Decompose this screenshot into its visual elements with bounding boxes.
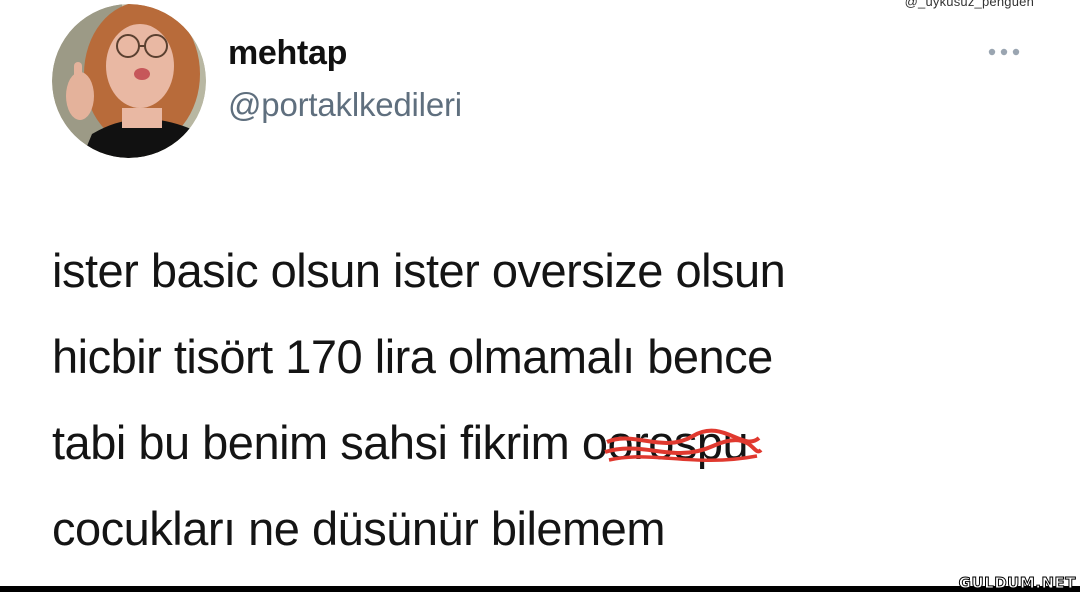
tweet-line-4: cocukları ne düsünür bilemem bbox=[52, 502, 665, 555]
top-watermark: @_uykusuz_penguen bbox=[904, 0, 1034, 9]
avatar[interactable] bbox=[52, 4, 206, 158]
tweet-line-2: hicbir tisört 170 lira olmamalı bence bbox=[52, 330, 773, 383]
author-name[interactable]: mehtap bbox=[228, 34, 347, 73]
bottom-border bbox=[0, 586, 1080, 592]
censored-word: orospu bbox=[604, 400, 763, 486]
tweet-line-3: tabi bu benim sahsi fikrim oorospu bbox=[52, 400, 1052, 486]
tweet-text: ister basic olsun ister oversize olsun h… bbox=[52, 228, 1052, 572]
scribble-overlay-icon bbox=[604, 428, 763, 462]
more-options-button[interactable] bbox=[980, 38, 1028, 66]
tweet-line-1: ister basic olsun ister oversize olsun bbox=[52, 244, 786, 297]
profile-photo bbox=[52, 4, 206, 158]
author-handle[interactable]: @portaklkedileri bbox=[228, 86, 462, 124]
site-watermark: GULDUM.NET bbox=[958, 574, 1076, 592]
more-horizontal-icon bbox=[988, 48, 1020, 56]
tweet-line-3-text: tabi bu benim sahsi fikrim o bbox=[52, 416, 608, 469]
